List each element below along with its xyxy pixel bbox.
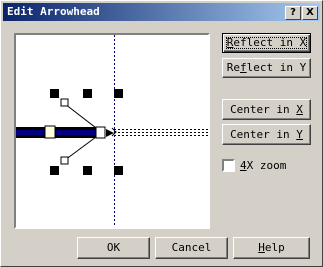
arrow-shaft — [16, 130, 102, 135]
selection-square — [114, 166, 123, 175]
button-label: eflect in X — [233, 36, 307, 49]
center-in-y-button[interactable]: Center in Y — [222, 124, 311, 145]
button-label: Cancel — [171, 241, 212, 254]
ok-button[interactable]: OK — [77, 237, 150, 259]
selection-square — [83, 89, 92, 98]
button-label: Re — [226, 61, 240, 74]
arrowhead-upper-line — [64, 103, 101, 132]
center-in-x-button[interactable]: Center in X — [222, 99, 311, 120]
selection-square — [50, 89, 59, 98]
arrowhead-drawing — [16, 35, 208, 227]
cancel-button[interactable]: Cancel — [155, 237, 228, 259]
shaft-handle — [44, 125, 56, 139]
zoom-4x-label[interactable]: 4X zoom — [240, 159, 286, 172]
title-bar[interactable]: Edit Arrowhead ? X — [3, 3, 320, 21]
help-button[interactable]: Help — [233, 237, 310, 259]
accelerator-key: 4 — [240, 159, 247, 172]
close-icon[interactable]: X — [302, 6, 318, 20]
arrowhead-preview-canvas[interactable] — [14, 33, 210, 229]
selection-square — [83, 166, 92, 175]
control-handle-lower — [60, 156, 69, 165]
selection-square — [50, 166, 59, 175]
help-icon[interactable]: ? — [285, 6, 301, 20]
selection-square — [114, 89, 123, 98]
edit-arrowhead-dialog: Edit Arrowhead ? X Reflect in X Reflect … — [0, 0, 323, 267]
control-handle-upper — [60, 98, 69, 107]
accelerator-key: f — [240, 61, 247, 74]
dialog-title: Edit Arrowhead — [7, 5, 100, 18]
checkbox-label-text: X zoom — [246, 159, 287, 172]
button-label: elp — [264, 241, 285, 254]
accelerator-key: X — [296, 103, 303, 116]
arrow-tip-handle — [95, 126, 106, 139]
button-label: lect in Y — [246, 61, 307, 74]
accelerator-key: Y — [296, 128, 303, 141]
accelerator-key: H — [258, 241, 265, 254]
zoom-4x-checkbox[interactable] — [222, 159, 235, 172]
button-label: OK — [106, 241, 121, 254]
reflect-in-y-button[interactable]: Reflect in Y — [222, 58, 311, 78]
reflect-in-x-button[interactable]: Reflect in X — [222, 33, 311, 53]
button-label: Center in — [230, 128, 297, 141]
button-label: Center in — [230, 103, 297, 116]
